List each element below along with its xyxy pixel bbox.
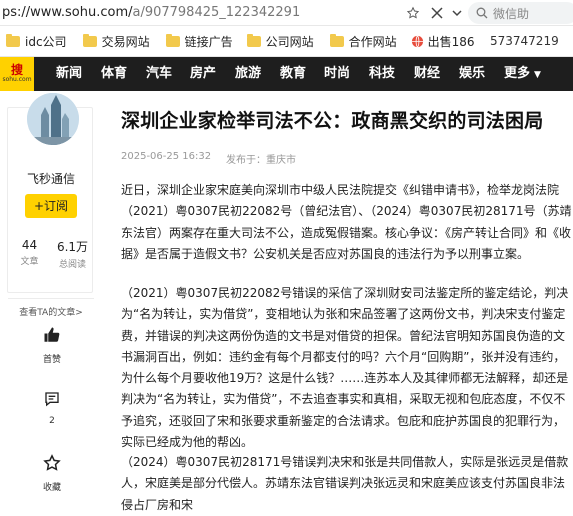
sohu-logo[interactable]: 搜 sohu.com	[0, 57, 34, 91]
nav-tab-finance[interactable]: 财经	[414, 57, 440, 91]
article-paragraph: （2021）粤0307民初22082号错误的采信了深圳财安司法鉴定所的鉴定结论，…	[121, 286, 569, 450]
close-icon[interactable]	[428, 4, 446, 22]
search-input[interactable]: 微信助	[468, 2, 573, 24]
chevron-down-icon[interactable]	[448, 4, 466, 22]
folder-icon	[246, 33, 261, 47]
nav-tab-sports[interactable]: 体育	[101, 57, 127, 91]
bookmark-number: 573747219	[490, 34, 559, 48]
articles-count: 44	[21, 238, 38, 252]
comment-count: 2	[49, 416, 55, 426]
like-action[interactable]: 首赞	[32, 322, 72, 365]
bookmark-partner[interactable]: 合作网站	[329, 33, 397, 50]
comment-icon	[32, 386, 72, 412]
comment-action[interactable]: 2	[32, 386, 72, 426]
bookmark-ads[interactable]: 链接广告	[165, 33, 233, 50]
articles-stat[interactable]: 44 文章	[8, 238, 51, 267]
star-outline-icon	[32, 450, 72, 476]
articles-label: 文章	[20, 257, 39, 267]
nav-tab-travel[interactable]: 旅游	[235, 57, 261, 91]
thumbs-up-icon	[32, 322, 72, 348]
bookmark-company[interactable]: 公司网站	[246, 33, 314, 50]
url-path: a/907798425_122342291	[132, 5, 301, 20]
article-title: 深圳企业家检举司法不公：政商黑交织的司法困局	[121, 110, 544, 132]
folder-icon	[6, 33, 20, 47]
bookmark-label: 合作网站	[348, 34, 397, 49]
nav-tab-more[interactable]: 更多 ▼	[504, 57, 541, 91]
nav-tab-education[interactable]: 教育	[280, 57, 306, 91]
bookmark-label: idc公司	[25, 34, 67, 49]
views-label: 总阅读	[58, 260, 86, 270]
star-icon[interactable]	[404, 4, 422, 22]
caret-down-icon: ▼	[534, 70, 541, 80]
article-paragraph: （2024）粤0307民初28171号错误判决宋和张是共同借款人，实际是张远灵是…	[121, 455, 569, 512]
bookmark-idc[interactable]: idc公司	[6, 33, 67, 50]
bookmark-label: 出售186	[427, 34, 475, 49]
author-name[interactable]: 飞秒通信	[8, 170, 94, 187]
nav-more-label: 更多	[504, 66, 531, 81]
nav-tab-house[interactable]: 房产	[190, 57, 216, 91]
views-stat: 6.1万 总阅读	[51, 238, 94, 270]
url-text[interactable]: ps://www.sohu.com/a/907798425_122342291	[0, 5, 300, 20]
nav-tab-entertainment[interactable]: 娱乐	[459, 57, 485, 91]
view-articles-link[interactable]: 查看TA的文章>	[8, 298, 94, 318]
article: 深圳企业家检举司法不公：政商黑交织的司法困局 2025-06-25 16:32 …	[121, 106, 573, 512]
bookmarks-bar: idc公司 交易网站 链接广告 公司网站 合作网站 出售186 57374721…	[0, 26, 573, 57]
nav-tab-fashion[interactable]: 时尚	[324, 57, 350, 91]
nav-tab-auto[interactable]: 汽车	[146, 57, 172, 91]
search-placeholder: 微信助	[493, 6, 530, 21]
folder-icon	[165, 33, 180, 47]
collect-label: 收藏	[42, 483, 61, 493]
collect-action[interactable]: 收藏	[32, 450, 72, 493]
bookmark-trade[interactable]: 交易网站	[82, 33, 150, 50]
bookmark-label: 链接广告	[184, 34, 233, 49]
logo-domain: sohu.com	[2, 76, 32, 83]
avatar[interactable]	[27, 93, 79, 145]
bookmark-sale[interactable]: 出售186	[411, 33, 475, 50]
nav-tab-tech[interactable]: 科技	[369, 57, 395, 91]
like-label: 首赞	[42, 355, 61, 365]
follow-button[interactable]: +订阅	[25, 194, 77, 218]
nav-tab-news[interactable]: 新闻	[56, 57, 82, 91]
article-date: 2025-06-25 16:32	[121, 151, 212, 162]
url-host: ps://www.sohu.com/	[2, 5, 133, 20]
logo-text: 搜	[10, 63, 23, 77]
article-location: 发布于：重庆市	[226, 155, 296, 166]
address-bar[interactable]: ps://www.sohu.com/a/907798425_122342291 …	[0, 0, 573, 26]
views-count: 6.1万	[56, 240, 89, 254]
article-paragraph: 近日，深圳企业家宋庭美向深圳市中级人民法院提交《纠错申请书》，检举龙岗法院（20…	[121, 183, 572, 261]
bookmark-label: 公司网站	[265, 34, 314, 49]
folder-icon	[82, 33, 97, 47]
globe-icon	[411, 35, 424, 48]
bookmark-label: 交易网站	[101, 34, 150, 49]
search-icon	[476, 7, 488, 19]
folder-icon	[329, 33, 344, 47]
site-nav: 搜 sohu.com 新闻 体育 汽车 房产 旅游 教育 时尚 科技 财经 娱乐…	[0, 57, 573, 91]
